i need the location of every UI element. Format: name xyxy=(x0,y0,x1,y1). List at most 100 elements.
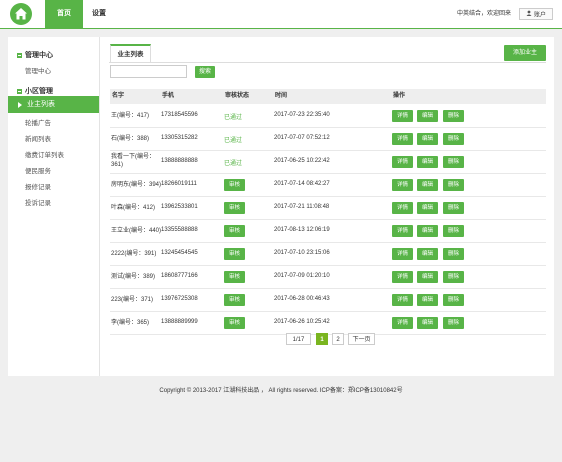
table-row: 房明东(编号：394) 18266019111 审核 2017-07-14 08:42… xyxy=(110,173,546,197)
table-row: 223(编号：371) 13976725308 审核 2017-06-28 00:46… xyxy=(110,288,546,312)
delete-button[interactable]: 删除 xyxy=(443,202,464,214)
status-badge: 已通过 xyxy=(224,161,243,167)
edit-button[interactable]: 编辑 xyxy=(417,271,438,283)
edit-button[interactable]: 编辑 xyxy=(417,248,438,260)
details-button[interactable]: 详情 xyxy=(392,202,413,214)
owner-name: 叶森(编号：412) xyxy=(111,205,156,211)
review-button[interactable]: 审核 xyxy=(224,248,245,260)
table-header: 名字 手机 审核状态 时间 操作 xyxy=(110,89,546,104)
details-button[interactable]: 详情 xyxy=(392,133,413,145)
review-button[interactable]: 审核 xyxy=(224,179,245,191)
sidebar-item-carousel-ads[interactable]: 轮播广告 xyxy=(25,117,51,127)
sidebar-group-title: 小区管理 xyxy=(25,88,53,95)
owner-phone: 13888888888 xyxy=(161,158,198,164)
delete-button[interactable]: 删除 xyxy=(443,110,464,122)
edit-button[interactable]: 编辑 xyxy=(417,294,438,306)
tab-divider xyxy=(109,62,546,63)
next-page-button[interactable]: 下一页 xyxy=(348,333,375,345)
owner-name: 我看一下(编号：361) xyxy=(111,154,155,168)
details-button[interactable]: 详情 xyxy=(392,271,413,283)
content-area: 业主列表 添加业主 搜索 名字 手机 审核状态 时间 操作 王(编号：417) 1… xyxy=(109,37,554,376)
owner-phone: 13888889999 xyxy=(161,319,198,325)
details-button[interactable]: 详情 xyxy=(392,179,413,191)
delete-button[interactable]: 删除 xyxy=(443,294,464,306)
top-bar: 首页 设置 中英结合，欢迎回来 账户 xyxy=(0,0,562,29)
owner-name: 石(编号：388) xyxy=(111,136,150,142)
collapse-icon xyxy=(17,52,22,58)
delete-button[interactable]: 删除 xyxy=(443,317,464,329)
delete-button[interactable]: 删除 xyxy=(443,225,464,237)
owner-name: 王(编号：417) xyxy=(111,113,150,119)
owner-phone: 13355588888 xyxy=(161,227,198,233)
edit-button[interactable]: 编辑 xyxy=(417,225,438,237)
sidebar-group-community[interactable]: 小区管理 xyxy=(17,86,53,96)
details-button[interactable]: 详情 xyxy=(392,110,413,122)
sidebar-item-news-list[interactable]: 新闻列表 xyxy=(25,133,51,143)
delete-button[interactable]: 删除 xyxy=(443,271,464,283)
owner-name: 王立业(编号：440) xyxy=(111,228,162,234)
owner-name: 223(编号：371) xyxy=(111,297,154,303)
search-input[interactable] xyxy=(110,65,187,78)
edit-button[interactable]: 编辑 xyxy=(417,133,438,145)
nav-settings[interactable]: 设置 xyxy=(86,0,112,28)
page-2-button[interactable]: 2 xyxy=(332,333,344,345)
owner-name: 测试(编号：389) xyxy=(111,274,156,280)
review-button[interactable]: 审核 xyxy=(224,294,245,306)
delete-button[interactable]: 删除 xyxy=(443,133,464,145)
sidebar-item-repairs[interactable]: 报修记录 xyxy=(25,181,51,191)
owner-name: 房明东(编号：394) xyxy=(111,182,162,188)
sidebar-group-admin[interactable]: 管理中心 xyxy=(17,50,53,60)
details-button[interactable]: 详情 xyxy=(392,156,413,168)
owner-phone: 13245454545 xyxy=(161,250,198,256)
user-icon xyxy=(526,9,532,21)
owner-phone: 13305315282 xyxy=(161,135,198,141)
sidebar-item-owner-list[interactable]: 业主列表 xyxy=(8,96,99,113)
home-logo-icon[interactable] xyxy=(10,3,32,25)
edit-button[interactable]: 编辑 xyxy=(417,317,438,329)
details-button[interactable]: 详情 xyxy=(392,225,413,237)
page-1-button[interactable]: 1 xyxy=(316,333,328,345)
collapse-icon xyxy=(17,88,22,94)
account-button[interactable]: 账户 xyxy=(519,8,553,20)
sidebar-item-payment-orders[interactable]: 缴费订单列表 xyxy=(25,149,64,159)
status-badge: 已通过 xyxy=(224,138,243,144)
nav-home[interactable]: 首页 xyxy=(45,0,83,28)
registration-time: 2017-08-13 12:06:19 xyxy=(274,227,330,233)
details-button[interactable]: 详情 xyxy=(392,317,413,329)
registration-time: 2017-07-21 11:08:48 xyxy=(274,204,330,210)
table-row: 测试(编号：389) 18608777166 审核 2017-07-09 01:20:… xyxy=(110,265,546,289)
sidebar: 管理中心 管理中心 小区管理 业主列表 轮播广告 新闻列表 缴费订单列表 便民服… xyxy=(8,37,100,376)
review-button[interactable]: 审核 xyxy=(224,317,245,329)
owner-name: 2222(编号：391) xyxy=(111,251,157,257)
edit-button[interactable]: 编辑 xyxy=(417,179,438,191)
review-button[interactable]: 审核 xyxy=(224,225,245,237)
owner-phone: 18266019111 xyxy=(161,181,197,187)
welcome-text: 中英结合，欢迎回来 xyxy=(456,11,511,17)
table-row: 王(编号：417) 17318545596 已通过 2017-07-23 22:35:… xyxy=(110,104,546,128)
edit-button[interactable]: 编辑 xyxy=(417,156,438,168)
sidebar-item-complaints[interactable]: 投诉记录 xyxy=(25,197,51,207)
edit-button[interactable]: 编辑 xyxy=(417,110,438,122)
search-button[interactable]: 搜索 xyxy=(195,66,215,78)
details-button[interactable]: 详情 xyxy=(392,248,413,260)
edit-button[interactable]: 编辑 xyxy=(417,202,438,214)
delete-button[interactable]: 删除 xyxy=(443,156,464,168)
account-label: 账户 xyxy=(533,12,546,19)
tab-owner-list[interactable]: 业主列表 xyxy=(110,44,151,63)
registration-time: 2017-06-28 00:46:43 xyxy=(274,296,330,302)
sidebar-item-admin-center[interactable]: 管理中心 xyxy=(25,65,51,75)
registration-time: 2017-06-25 10:22:42 xyxy=(274,158,330,164)
review-button[interactable]: 审核 xyxy=(224,271,245,283)
column-header-phone: 手机 xyxy=(162,93,175,99)
owner-phone: 13976725308 xyxy=(161,296,198,302)
table-row: 王立业(编号：440) 13355588888 审核 2017-08-13 12:06… xyxy=(110,219,546,243)
delete-button[interactable]: 删除 xyxy=(443,179,464,191)
sidebar-item-services[interactable]: 便民服务 xyxy=(25,165,51,175)
registration-time: 2017-07-14 08:42:27 xyxy=(274,181,330,187)
table-row: 李(编号：365) 13888889999 审核 2017-06-26 10:25:4… xyxy=(110,311,546,335)
add-owner-button[interactable]: 添加业主 xyxy=(504,45,546,61)
review-button[interactable]: 审核 xyxy=(224,202,245,214)
details-button[interactable]: 详情 xyxy=(392,294,413,306)
delete-button[interactable]: 删除 xyxy=(443,248,464,260)
registration-time: 2017-07-23 22:35:40 xyxy=(274,112,330,118)
